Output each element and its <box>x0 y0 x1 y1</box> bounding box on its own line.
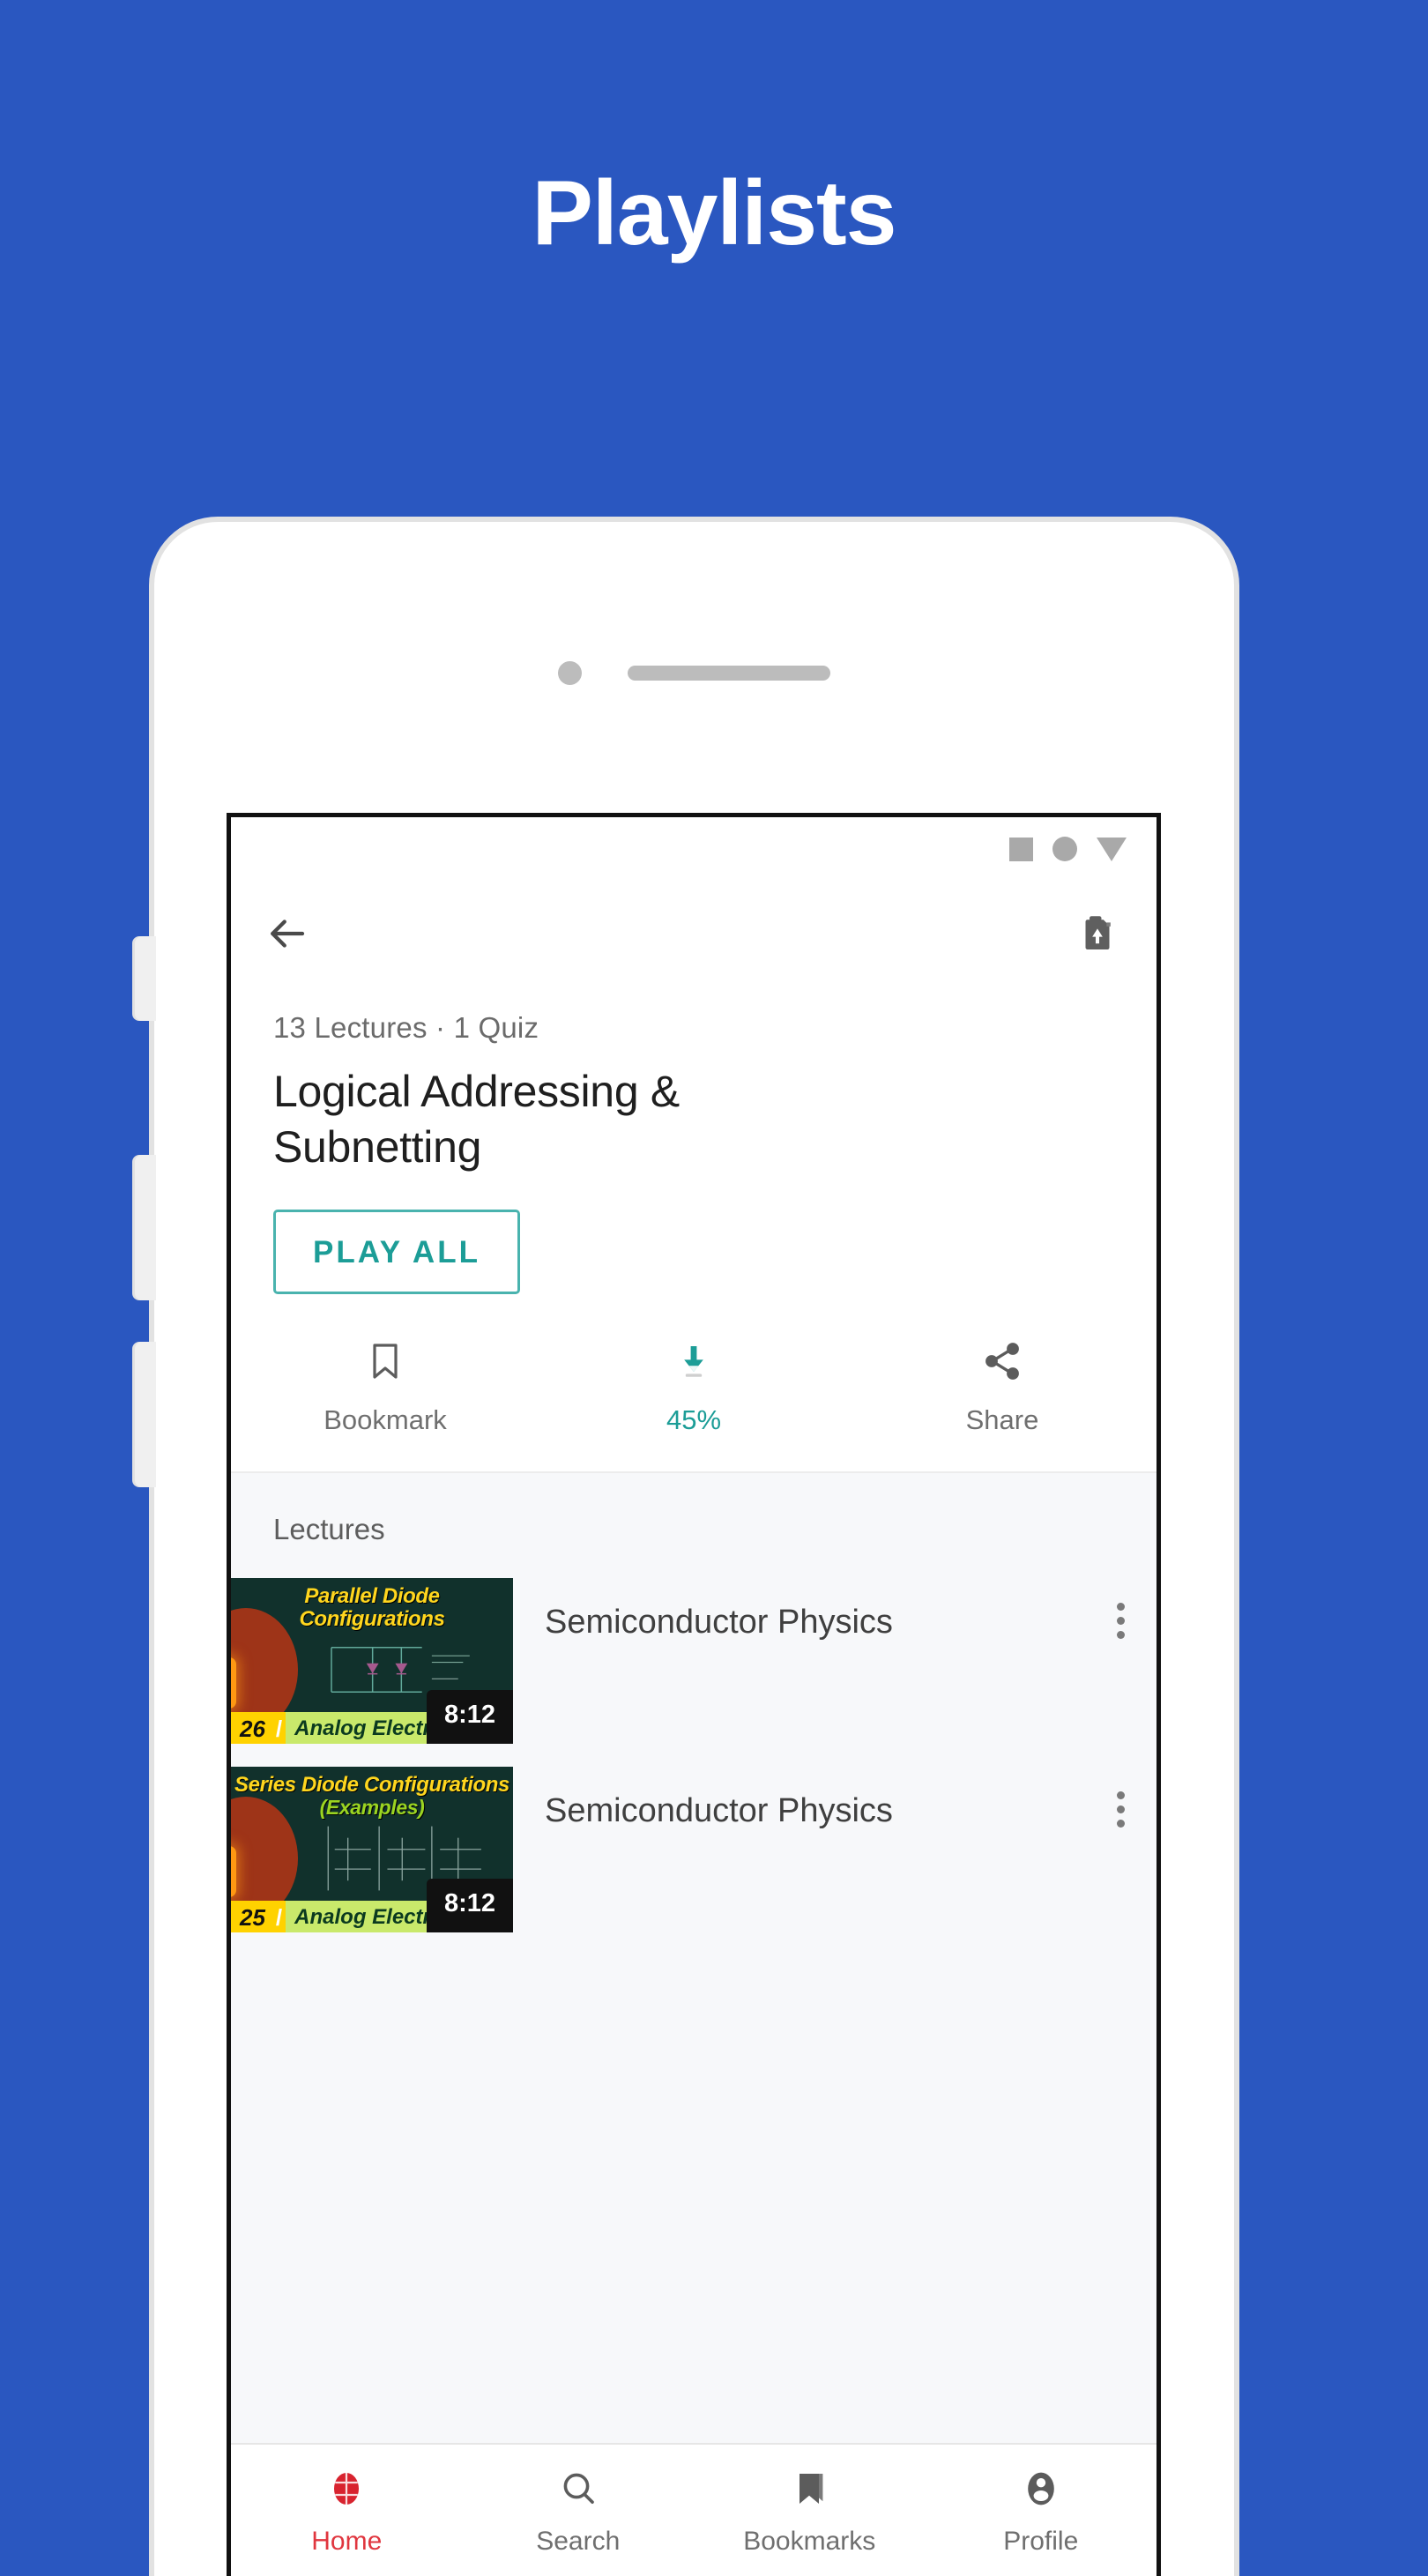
bookmarks-icon <box>788 2468 830 2514</box>
download-video-icon[interactable] <box>1074 910 1121 957</box>
app-bar <box>231 881 1157 986</box>
share-action[interactable]: Share <box>848 1340 1157 1436</box>
earpiece-speaker <box>628 666 830 681</box>
thumb-globe-glow <box>231 1657 236 1709</box>
thumb-title-main: Parallel Diode Configurations <box>299 1584 445 1631</box>
thumb-badge-slash: / <box>275 1901 286 1932</box>
download-action[interactable]: 45% <box>539 1340 848 1436</box>
playlist-title: Logical Addressing & Subnetting <box>273 1067 680 1172</box>
lectures-section: Lectures Parallel Diode Configurations 2… <box>231 1473 1157 2443</box>
nav-item-bookmarks[interactable]: Bookmarks <box>694 2468 926 2557</box>
front-camera-icon <box>558 661 582 685</box>
phone-side-button-volume-up <box>135 1155 156 1300</box>
nav-item-profile[interactable]: Profile <box>926 2468 1157 2557</box>
playlist-meta: 13 Lectures · 1 Quiz <box>273 1011 539 1044</box>
lecture-thumbnail[interactable]: Parallel Diode Configurations 26 / Analo… <box>231 1578 513 1744</box>
share-action-label: Share <box>965 1404 1039 1435</box>
bottom-navigation-bar: Home Search Bookmarks Profile <box>231 2443 1157 2576</box>
nav-label-bookmarks: Bookmarks <box>743 2527 876 2556</box>
phone-mockup-frame: 13 Lectures · 1 Quiz Logical Addressing … <box>135 522 1234 2576</box>
lecture-info: Semiconductor Physics <box>513 1578 1117 1648</box>
circle-icon <box>1052 837 1077 861</box>
thumb-badge-number: 25 <box>231 1901 276 1932</box>
lecture-thumbnail[interactable]: Series Diode Configurations (Examples) 2… <box>231 1767 513 1932</box>
wifi-triangle-icon <box>1097 837 1127 861</box>
lecture-title: Semiconductor Physics <box>545 1604 893 1641</box>
download-progress-label: 45% <box>666 1404 722 1435</box>
page-title: Playlists <box>532 162 896 264</box>
share-icon <box>981 1340 1023 1387</box>
home-icon <box>325 2468 368 2514</box>
lecture-info: Semiconductor Physics <box>513 1767 1117 1836</box>
back-arrow-icon[interactable] <box>263 910 310 957</box>
lecture-duration: 8:12 <box>426 1690 513 1744</box>
lecture-title: Semiconductor Physics <box>545 1792 893 1829</box>
download-icon <box>673 1340 715 1387</box>
nav-label-search: Search <box>536 2527 621 2556</box>
thumb-badge-number: 26 <box>231 1712 276 1744</box>
playlist-header: 13 Lectures · 1 Quiz Logical Addressing … <box>231 986 1157 1294</box>
lecture-duration: 8:12 <box>426 1879 513 1932</box>
app-screen: 13 Lectures · 1 Quiz Logical Addressing … <box>227 813 1161 2576</box>
thumb-title-sub: (Examples) <box>319 1795 425 1819</box>
nav-label-profile: Profile <box>1003 2527 1079 2556</box>
list-item[interactable]: Parallel Diode Configurations 26 / Analo… <box>231 1578 1157 1744</box>
thumb-title-text: Parallel Diode Configurations <box>231 1585 513 1631</box>
thumb-globe-glow <box>231 1846 236 1897</box>
profile-icon <box>1020 2468 1062 2514</box>
kebab-menu-icon[interactable] <box>1117 1578 1125 1639</box>
nav-item-search[interactable]: Search <box>463 2468 695 2557</box>
phone-side-button-silent <box>135 936 156 1021</box>
phone-side-button-volume-down <box>135 1342 156 1487</box>
bookmark-action[interactable]: Bookmark <box>231 1340 539 1436</box>
phone-top-hardware <box>154 661 1234 685</box>
bookmark-icon <box>364 1340 406 1387</box>
playlist-action-row: Bookmark 45% Share <box>231 1340 1157 1473</box>
list-item[interactable]: Series Diode Configurations (Examples) 2… <box>231 1767 1157 1932</box>
status-bar <box>231 817 1157 881</box>
lectures-heading: Lectures <box>273 1513 385 1545</box>
thumb-badge-slash: / <box>275 1712 286 1744</box>
search-icon <box>557 2468 599 2514</box>
thumb-title-text: Series Diode Configurations (Examples) <box>231 1774 513 1819</box>
nav-label-home: Home <box>311 2527 383 2556</box>
nav-item-home[interactable]: Home <box>231 2468 463 2557</box>
thumb-title-main: Series Diode Configurations <box>234 1773 509 1797</box>
play-all-button[interactable]: PLAY ALL <box>273 1210 520 1294</box>
bookmark-action-label: Bookmark <box>324 1404 447 1435</box>
kebab-menu-icon[interactable] <box>1117 1767 1125 1828</box>
square-icon <box>1009 837 1033 861</box>
